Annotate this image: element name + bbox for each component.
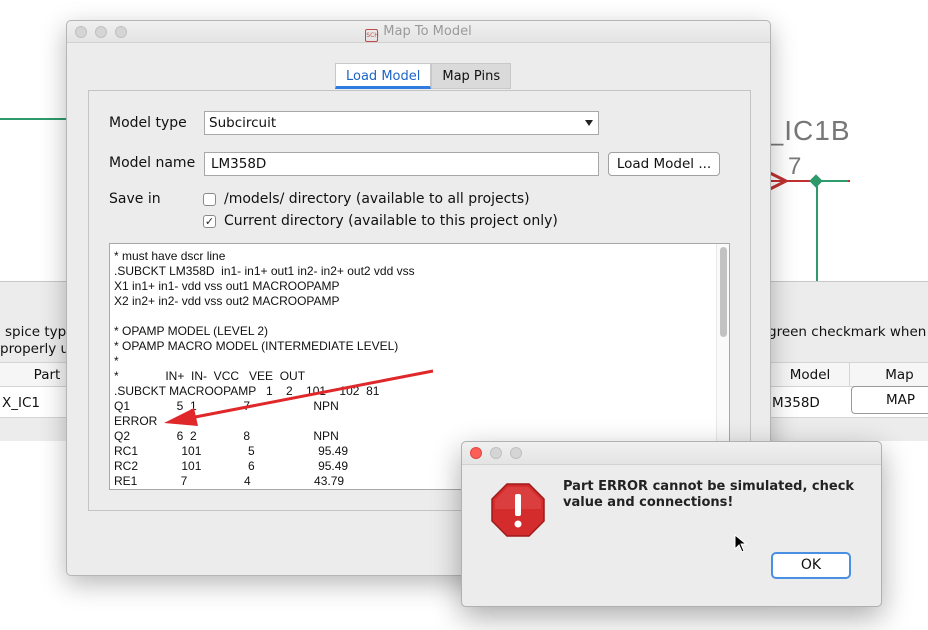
map-button[interactable]: MAP	[851, 386, 928, 414]
scrollbar-thumb[interactable]	[720, 247, 727, 337]
error-stop-icon	[491, 483, 545, 537]
error-message: Part ERROR cannot be simulated, check va…	[563, 479, 855, 510]
code-line: X2 in2+ in2- vdd vss out2 MACROOPAMP	[114, 294, 340, 308]
code-line: .SUBCKT LM358D in1- in1+ out1 in2- in2+ …	[114, 264, 415, 278]
model-type-label: Model type	[109, 115, 187, 131]
code-line: * OPAMP MODEL (LEVEL 2)	[114, 324, 269, 338]
model-name-field[interactable]: LM358D	[204, 152, 599, 176]
current-directory-label[interactable]: Current directory (available to this pro…	[224, 213, 558, 229]
code-line: * OPAMP MACRO MODEL (INTERMEDIATE LEVEL)	[114, 339, 399, 353]
models-directory-label[interactable]: /models/ directory (available to all pro…	[224, 191, 530, 207]
chevron-down-icon	[585, 120, 593, 126]
zoom-window-icon[interactable]	[510, 447, 522, 459]
save-in-label: Save in	[109, 191, 161, 207]
code-line: RC2 101 6 95.49	[114, 459, 349, 473]
models-directory-checkbox[interactable]	[203, 193, 216, 206]
app-icon: SCH	[365, 29, 379, 42]
window-title: SCH Map To Model	[67, 24, 770, 42]
table-cell-model[interactable]: M358D	[772, 388, 820, 418]
screen: X_IC1B 7 spice type properly up green ch…	[0, 0, 928, 630]
model-type-value: Subcircuit	[209, 115, 277, 131]
column-header-model[interactable]: Model	[770, 363, 850, 387]
model-name-label: Model name	[109, 155, 196, 171]
table-cell-part[interactable]: X_IC1	[2, 388, 40, 418]
tab-bar: Load Model Map Pins	[335, 63, 512, 89]
tab-map-pins[interactable]: Map Pins	[431, 63, 512, 89]
schematic-pin-arrow-icon	[767, 170, 823, 192]
checkmark-hint-text: green checkmark when al	[768, 324, 928, 340]
error-dialog: Part ERROR cannot be simulated, check va…	[461, 441, 882, 607]
load-model-button[interactable]: Load Model ...	[608, 152, 720, 176]
schematic-wire-left	[0, 118, 70, 120]
minimize-window-icon[interactable]	[490, 447, 502, 459]
ok-button[interactable]: OK	[771, 552, 851, 579]
annotation-arrow-icon	[164, 369, 434, 426]
code-line: X1 in1+ in1- vdd vss out1 MACROOPAMP	[114, 279, 340, 293]
model-type-select[interactable]: Subcircuit	[204, 111, 599, 135]
code-line: * must have dscr line	[114, 249, 226, 263]
column-header-map[interactable]: Map	[850, 363, 928, 387]
schematic-wire-v	[816, 181, 818, 281]
tab-load-model[interactable]: Load Model	[335, 63, 432, 89]
current-directory-checkbox[interactable]: ✓	[203, 215, 216, 228]
close-window-icon[interactable]	[470, 447, 482, 459]
title-bar[interactable]: SCH Map To Model	[67, 21, 770, 43]
code-line: RE1 7 4 43.79	[114, 474, 345, 488]
error-title-bar[interactable]	[462, 442, 881, 465]
spice-type-text: spice type	[5, 324, 75, 340]
window-title-text: Map To Model	[383, 24, 472, 39]
mouse-cursor-icon	[734, 534, 748, 553]
code-line: RC1 101 5 95.49	[114, 444, 349, 458]
